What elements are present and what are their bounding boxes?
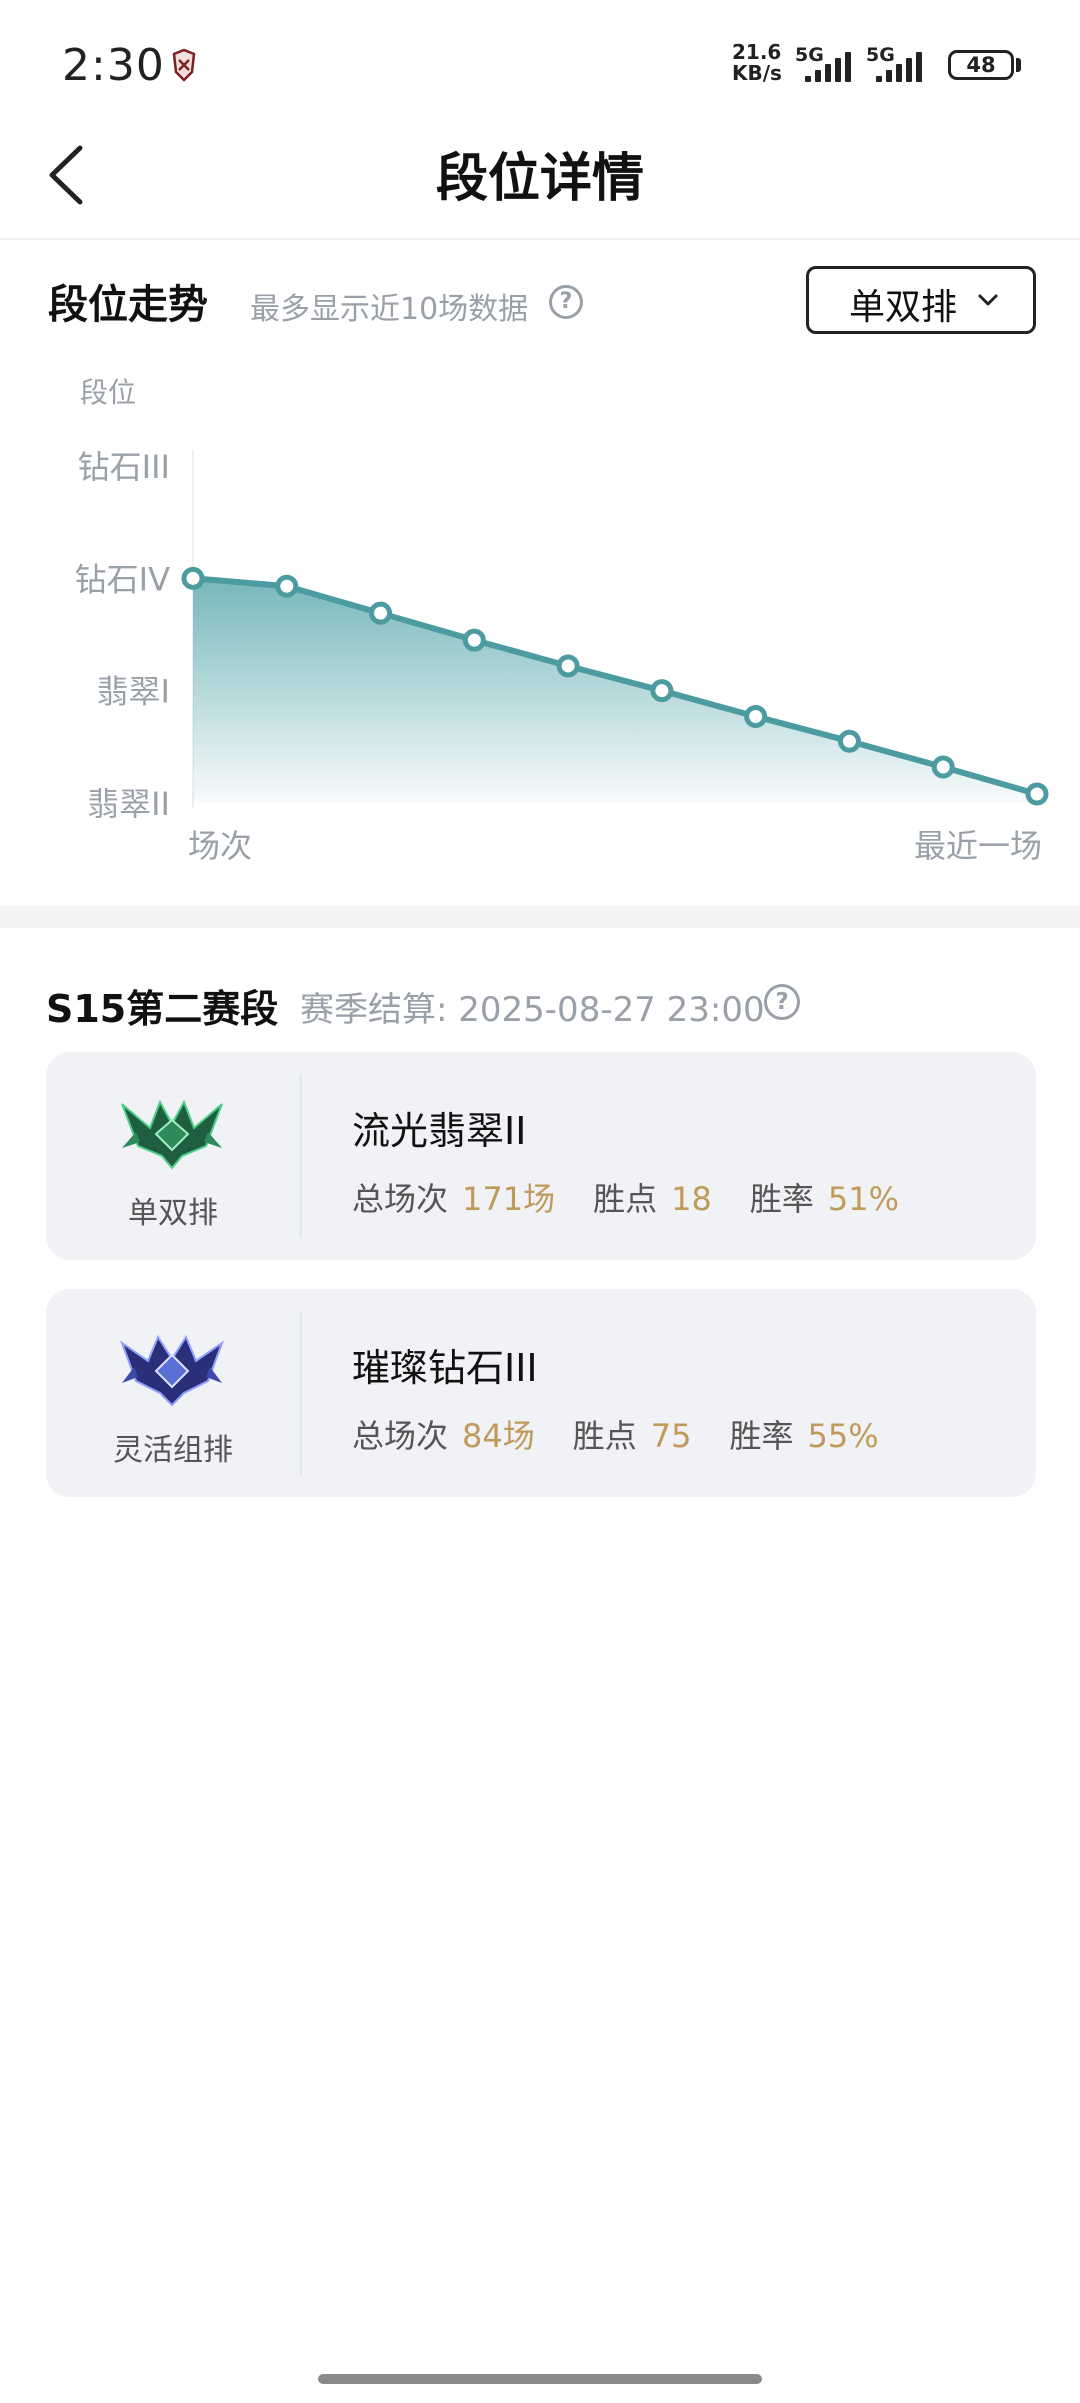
rank-card-rank-name: 璀璨钻石III xyxy=(352,1346,538,1390)
chart-y-tick-label: 钻石III xyxy=(78,448,170,486)
chart-data-point[interactable] xyxy=(1025,782,1049,806)
app-notification-icon xyxy=(172,48,196,82)
winrate-value: 51% xyxy=(827,1180,899,1218)
lp-value: 75 xyxy=(650,1417,692,1455)
trend-title: 段位走势 xyxy=(48,282,208,328)
status-time: 2:30 xyxy=(62,40,165,91)
chart-data-point[interactable] xyxy=(369,601,393,625)
lp-label: 胜点 xyxy=(593,1180,658,1218)
rank-card-solo-duo[interactable]: 单双排 流光翡翠II 总场次 171场 胜点 18 胜率 51% xyxy=(46,1052,1036,1260)
chart-data-point[interactable] xyxy=(837,729,861,753)
queue-type-selector[interactable]: 单双排 xyxy=(806,266,1036,334)
chart-y-tick-label: 钻石IV xyxy=(75,560,170,598)
header-divider xyxy=(0,238,1080,240)
winrate-label: 胜率 xyxy=(729,1417,794,1455)
rank-card-separator xyxy=(300,1311,302,1475)
chart-data-point[interactable] xyxy=(462,628,486,652)
home-indicator[interactable] xyxy=(318,2374,762,2384)
signal-strength-2: 5G xyxy=(866,44,942,82)
rank-card-queue: 单双排 xyxy=(128,1196,218,1231)
season-title: S15第二赛段 xyxy=(46,987,279,1031)
question-circle-icon[interactable]: ? xyxy=(764,984,800,1020)
games-value: 171场 xyxy=(462,1180,556,1218)
season-settlement-time: 赛季结算: 2025-08-27 23:00 xyxy=(300,990,765,1030)
chart-y-tick-label: 翡翠II xyxy=(87,785,170,823)
chart-data-point[interactable] xyxy=(744,705,768,729)
signal-strength-1: 5G xyxy=(795,44,871,82)
chart-data-point[interactable] xyxy=(650,679,674,703)
lp-value: 18 xyxy=(671,1180,712,1218)
battery-icon: 48 xyxy=(948,50,1014,80)
diamond-rank-emblem-icon xyxy=(120,1334,224,1407)
network-speed-unit: KB/s xyxy=(732,61,782,85)
rank-trend-chart: 段位 钻石III 钻石IV 翡翠I 翡翠II 场次 最近一场 xyxy=(75,376,1049,865)
rank-card-stats: 总场次 84场 胜点 75 胜率 55% xyxy=(352,1411,917,1457)
chevron-down-icon xyxy=(978,294,998,306)
page-title: 段位详情 xyxy=(435,149,644,209)
signal-1-label: 5G xyxy=(795,44,824,66)
rank-card-separator xyxy=(300,1074,302,1238)
chart-y-tick-label: 翡翠I xyxy=(97,673,170,711)
games-label: 总场次 xyxy=(352,1180,449,1218)
trend-hint: 最多显示近10场数据 xyxy=(250,292,529,327)
signal-2-label: 5G xyxy=(866,44,895,66)
chart-data-point[interactable] xyxy=(931,755,955,779)
network-speed-value: 21.6 xyxy=(732,40,782,64)
chart-data-point[interactable] xyxy=(275,574,299,598)
rank-card-flex[interactable]: 灵活组排 璀璨钻石III 总场次 84场 胜点 75 胜率 55% xyxy=(46,1289,1036,1497)
battery-level: 48 xyxy=(966,53,996,77)
battery-tip xyxy=(1016,58,1021,72)
chart-x-end-label: 最近一场 xyxy=(914,827,1042,865)
winrate-label: 胜率 xyxy=(749,1180,814,1218)
games-label: 总场次 xyxy=(352,1417,449,1455)
queue-type-selector-label: 单双排 xyxy=(849,287,958,328)
winrate-value: 55% xyxy=(807,1417,879,1455)
chart-data-point[interactable] xyxy=(556,654,580,678)
section-divider xyxy=(0,906,1080,928)
rank-card-queue: 灵活组排 xyxy=(113,1433,233,1468)
question-circle-icon[interactable]: ? xyxy=(549,285,583,319)
games-value: 84场 xyxy=(462,1417,535,1455)
rank-card-rank-name: 流光翡翠II xyxy=(352,1109,527,1153)
chart-area-fill xyxy=(193,578,1037,803)
rank-card-stats: 总场次 171场 胜点 18 胜率 51% xyxy=(352,1174,937,1220)
emerald-rank-emblem-icon xyxy=(121,1099,223,1170)
chart-y-axis-label: 段位 xyxy=(80,376,136,409)
chart-x-start-label: 场次 xyxy=(188,827,252,865)
chart-data-point[interactable] xyxy=(181,566,205,590)
network-speed: 21.6 KB/s xyxy=(732,42,782,84)
lp-label: 胜点 xyxy=(572,1417,637,1455)
